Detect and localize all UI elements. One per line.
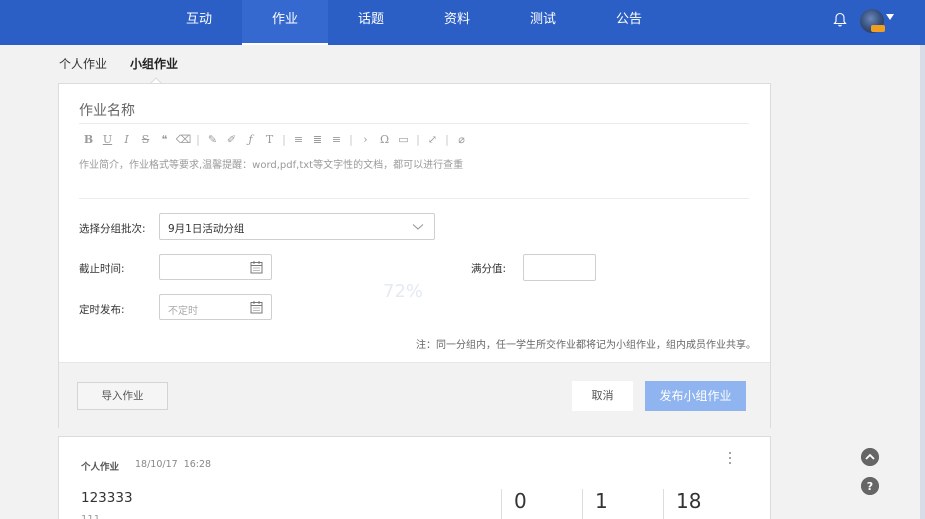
bell-icon[interactable] [833, 12, 847, 28]
svg-text:?: ? [867, 480, 873, 493]
editor-toolbar: B U I S ❝ ⌫ | ✎ ✐ ƒ T | ≡ ≣ ≡ | › Ω ▭ | … [79, 132, 471, 148]
strikethrough-icon[interactable]: S [136, 132, 155, 148]
homework-stat: 0 [501, 489, 527, 519]
attachment-icon[interactable]: ⌀ [452, 132, 471, 148]
nav-item-resources[interactable]: 资料 [414, 0, 500, 45]
caret-down-icon[interactable] [886, 14, 894, 20]
score-label: 满分值: [471, 263, 507, 275]
omega-icon[interactable]: Ω [375, 132, 394, 148]
right-gutter [920, 45, 925, 519]
nav-item-announcements[interactable]: 公告 [586, 0, 672, 45]
homework-subtitle: 111 [81, 514, 100, 519]
homework-title: 123333 [81, 490, 133, 506]
homework-subtabs: 个人作业 小组作业 [0, 45, 920, 83]
homework-stat: 1 [582, 489, 608, 519]
deadline-label: 截止时间: [79, 263, 125, 275]
schedule-label: 定时发布: [79, 304, 125, 316]
underline-icon[interactable]: U [98, 132, 117, 148]
cancel-button[interactable]: 取消 [572, 381, 633, 411]
main-nav: 互动 作业 话题 资料 测试 公告 [156, 0, 672, 45]
progress-watermark: 72% [383, 281, 424, 302]
tab-group-homework[interactable]: 小组作业 [130, 55, 178, 72]
nav-item-topics[interactable]: 话题 [328, 0, 414, 45]
eraser-icon[interactable]: ⌫ [174, 132, 193, 148]
align-center-icon[interactable]: ≣ [308, 132, 327, 148]
group-homework-form: B U I S ❝ ⌫ | ✎ ✐ ƒ T | ≡ ≣ ≡ | › Ω ▭ | … [58, 83, 771, 428]
brush-icon[interactable]: ✐ [222, 132, 241, 148]
italic-icon[interactable]: I [117, 132, 136, 148]
homework-title-input[interactable] [79, 98, 749, 124]
schedule-placeholder: 不定时 [168, 306, 198, 317]
homework-timestamp: 18/10/17 16:28 [135, 459, 211, 470]
import-homework-button[interactable]: 导入作业 [77, 382, 168, 410]
quote-icon[interactable]: ❝ [155, 132, 174, 148]
bold-icon[interactable]: B [79, 132, 98, 148]
group-batch-label: 选择分组批次: [79, 223, 146, 235]
calendar-icon [250, 261, 263, 274]
top-nav-bar: 互动 作业 话题 资料 测试 公告 [0, 0, 925, 45]
homework-date: 18/10/17 [135, 459, 178, 470]
calendar-icon [250, 301, 263, 314]
align-left-icon[interactable]: ≡ [289, 132, 308, 148]
publish-group-homework-button[interactable]: 发布小组作业 [645, 381, 746, 411]
form-divider [79, 198, 749, 199]
more-vertical-icon[interactable] [727, 451, 733, 465]
toolbar-separator: | [349, 133, 353, 146]
font-icon[interactable]: ƒ [241, 132, 260, 148]
toolbar-separator: | [282, 133, 286, 146]
nav-item-homework[interactable]: 作业 [242, 0, 328, 45]
form-footer: 导入作业 取消 发布小组作业 [59, 362, 770, 428]
pencil-icon[interactable]: ✎ [203, 132, 222, 148]
chevron-down-icon [412, 224, 424, 230]
group-homework-note: 注：同一分组内，任一学生所交作业都将记为小组作业，组内成员作业共享。 [416, 340, 756, 351]
homework-type: 个人作业 [81, 462, 120, 473]
group-batch-select[interactable]: 9月1日活动分组 [159, 213, 435, 240]
schedule-date-picker[interactable]: 不定时 [159, 294, 272, 320]
full-score-input[interactable] [523, 254, 596, 281]
nav-item-interaction[interactable]: 互动 [156, 0, 242, 45]
avatar-badge [871, 25, 885, 32]
help-icon[interactable]: ? [861, 477, 879, 495]
scroll-top-icon[interactable] [861, 448, 879, 466]
description-placeholder[interactable]: 作业简介，作业格式等要求,温馨提醒：word,pdf,txt等文字性的文档，都可… [79, 156, 749, 171]
homework-stat: 18 [663, 489, 701, 519]
image-icon[interactable]: ▭ [394, 132, 413, 148]
toolbar-separator: | [196, 133, 200, 146]
align-right-icon[interactable]: ≡ [327, 132, 346, 148]
toolbar-separator: | [416, 133, 420, 146]
toolbar-separator: | [445, 133, 449, 146]
group-batch-value: 9月1日活动分组 [168, 223, 245, 235]
fullscreen-icon[interactable]: ⤢ [423, 132, 442, 148]
code-icon[interactable]: › [356, 132, 375, 148]
tab-personal-homework[interactable]: 个人作业 [59, 55, 107, 72]
deadline-date-picker[interactable] [159, 254, 272, 280]
homework-time: 16:28 [183, 459, 212, 470]
text-size-icon[interactable]: T [260, 132, 279, 148]
homework-card[interactable]: 个人作业 18/10/17 16:28 123333 111 0 1 18 [58, 436, 771, 519]
nav-item-tests[interactable]: 测试 [500, 0, 586, 45]
